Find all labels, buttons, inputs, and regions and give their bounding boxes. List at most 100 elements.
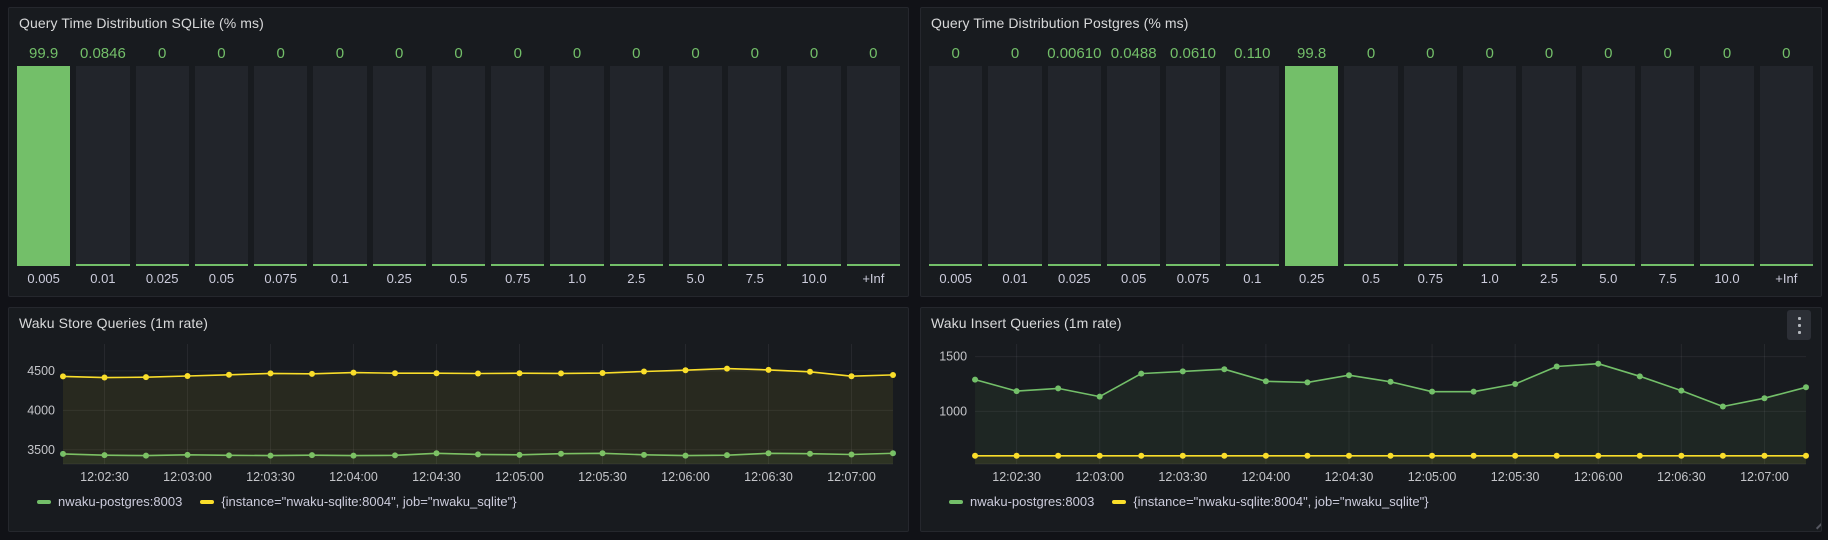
histogram-bucket: 010.0: [787, 40, 840, 290]
bucket-value-label: 0.0846: [76, 40, 129, 66]
histogram-bucket: 99.90.005: [17, 40, 70, 290]
bucket-axis-label: 0.75: [1404, 266, 1457, 290]
bar-gauge-track: [1760, 66, 1813, 266]
bar-gauge-fill: [1700, 264, 1753, 266]
series-point-marker: [351, 370, 357, 376]
legend-series-swatch-icon: [37, 500, 51, 504]
series-point-marker: [1429, 453, 1435, 459]
series-point-marker: [1346, 372, 1352, 378]
panel-title[interactable]: Query Time Distribution Postgres (% ms): [931, 15, 1189, 31]
bar-gauge-fill: [1641, 264, 1694, 266]
legend-item[interactable]: {instance="nwaku-sqlite:8004", job="nwak…: [200, 494, 516, 509]
panel-query-time-sqlite: Query Time Distribution SQLite (% ms) 99…: [8, 7, 909, 297]
series-point-marker: [807, 369, 813, 375]
series-point-marker: [434, 370, 440, 376]
series-point-marker: [1554, 453, 1560, 459]
series-point-marker: [143, 374, 149, 380]
bucket-axis-label: 10.0: [1700, 266, 1753, 290]
histogram-bucket: 01.0: [1463, 40, 1516, 290]
x-axis-tick-label: 12:03:00: [1075, 470, 1124, 484]
bar-gauge-track: [550, 66, 603, 266]
series-point-marker: [1263, 378, 1269, 384]
series-point-marker: [558, 370, 564, 376]
bucket-axis-label: 1.0: [1463, 266, 1516, 290]
bar-gauge-fill: [550, 264, 603, 266]
histogram-bucket: 00.75: [491, 40, 544, 290]
bucket-value-label: 0: [669, 40, 722, 66]
bar-gauge-fill: [136, 264, 189, 266]
series-point-marker: [1138, 371, 1144, 377]
bar-gauge-track: [1641, 66, 1694, 266]
histogram-bucket: 00.1: [313, 40, 366, 290]
x-axis-tick-label: 12:05:30: [578, 470, 627, 484]
histogram-bucket: 05.0: [1582, 40, 1635, 290]
bar-gauge-track: [1404, 66, 1457, 266]
bucket-value-label: 99.8: [1285, 40, 1338, 66]
histogram-bucket: 00.5: [1344, 40, 1397, 290]
x-axis-tick-label: 12:06:30: [744, 470, 793, 484]
bar-gauge-track: [491, 66, 544, 266]
series-point-marker: [185, 373, 191, 379]
series-point-marker: [849, 373, 855, 379]
bucket-value-label: 0: [1404, 40, 1457, 66]
series-point-marker: [1761, 395, 1767, 401]
bucket-value-label: 0: [136, 40, 189, 66]
bar-gauge-track: [847, 66, 900, 266]
bar-gauge-fill: [1285, 66, 1338, 266]
bar-gauge-fill: [1582, 264, 1635, 266]
series-point-marker: [600, 370, 606, 376]
series-point-marker: [1429, 389, 1435, 395]
series-point-marker: [1554, 363, 1560, 369]
bucket-value-label: 0: [1582, 40, 1635, 66]
series-point-marker: [972, 377, 978, 383]
panel-title[interactable]: Query Time Distribution SQLite (% ms): [19, 15, 264, 31]
bucket-axis-label: 5.0: [1582, 266, 1635, 290]
x-axis-tick-label: 12:03:30: [246, 470, 295, 484]
panel-menu-kebab-icon[interactable]: [1787, 310, 1811, 340]
bar-gauge-track: [254, 66, 307, 266]
bucket-axis-label: +Inf: [1760, 266, 1813, 290]
bucket-axis-label: 0.01: [988, 266, 1041, 290]
bucket-value-label: 0: [254, 40, 307, 66]
panel-header: Query Time Distribution SQLite (% ms): [9, 8, 908, 38]
panel-title[interactable]: Waku Insert Queries (1m rate): [931, 315, 1122, 331]
histogram-bucket: 00.005: [929, 40, 982, 290]
legend-series-label: {instance="nwaku-sqlite:8004", job="nwak…: [1133, 494, 1428, 509]
bar-gauge-track: [610, 66, 663, 266]
legend-item[interactable]: nwaku-postgres:8003: [37, 494, 182, 509]
series-point-marker: [268, 370, 274, 376]
legend-item[interactable]: nwaku-postgres:8003: [949, 494, 1094, 509]
bar-gauge-fill: [610, 264, 663, 266]
panel-title[interactable]: Waku Store Queries (1m rate): [19, 315, 208, 331]
x-axis-tick-label: 12:05:30: [1491, 470, 1540, 484]
x-axis-tick-label: 12:04:30: [412, 470, 461, 484]
series-point-marker: [1761, 453, 1767, 459]
legend-item[interactable]: {instance="nwaku-sqlite:8004", job="nwak…: [1112, 494, 1428, 509]
bucket-axis-label: 0.005: [17, 266, 70, 290]
bar-gauge-fill: [1107, 264, 1160, 266]
y-axis-tick-label: 3500: [27, 443, 55, 457]
bucket-value-label: 0: [1700, 40, 1753, 66]
histogram-bucket: 0.04880.05: [1107, 40, 1160, 290]
insert-queries-time-series-plot[interactable]: 1000150012:02:3012:03:0012:03:3012:04:00…: [929, 338, 1813, 490]
bar-gauge-fill: [76, 264, 129, 266]
x-axis-tick-label: 12:06:00: [1574, 470, 1623, 484]
histogram-bucket: 0.06100.075: [1166, 40, 1219, 290]
bar-gauge-track: [1048, 66, 1101, 266]
series-point-marker: [1138, 453, 1144, 459]
bar-gauge-track: [669, 66, 722, 266]
bucket-value-label: 0.00610: [1048, 40, 1101, 66]
series-point-marker: [1678, 453, 1684, 459]
bar-gauge-fill: [254, 264, 307, 266]
histogram-bucket: 05.0: [669, 40, 722, 290]
bucket-axis-label: 2.5: [1522, 266, 1575, 290]
panel-header: Waku Store Queries (1m rate): [9, 308, 908, 338]
bucket-axis-label: 0.01: [76, 266, 129, 290]
histogram-bucket: 00.01: [988, 40, 1041, 290]
panel-waku-insert-queries: Waku Insert Queries (1m rate) 1000150012…: [920, 307, 1822, 532]
store-queries-time-series-plot[interactable]: 35004000450012:02:3012:03:0012:03:3012:0…: [17, 338, 900, 490]
bar-gauge-track: [1166, 66, 1219, 266]
histogram-bucket: 0.0846 0.01: [76, 40, 129, 290]
series-point-marker: [1803, 453, 1809, 459]
bucket-axis-label: 0.25: [373, 266, 426, 290]
